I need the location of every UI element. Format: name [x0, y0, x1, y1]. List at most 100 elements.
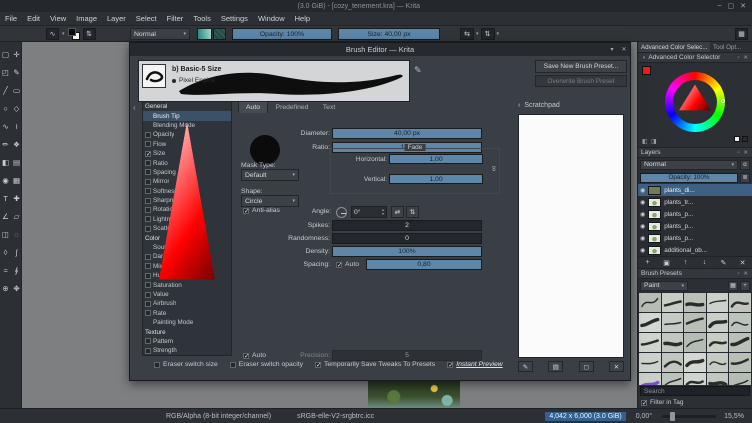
maximize-icon[interactable]: ▢	[728, 2, 735, 10]
checkbox-icon[interactable]	[641, 399, 647, 407]
spacing-auto-checkbox[interactable]: Auto	[336, 261, 359, 269]
tool-fill-icon[interactable]: ◧	[0, 155, 11, 170]
collapse-scratchpad-icon[interactable]: ‹	[518, 102, 520, 109]
tool-zoom-icon[interactable]: ⊕	[0, 281, 11, 296]
layer-row[interactable]: ◉ plants_p...	[638, 232, 752, 244]
layer-opacity-slider[interactable]: Opacity: 100%	[640, 172, 738, 183]
option-checkbox[interactable]	[145, 282, 151, 289]
float-docker-icon[interactable]: ▫	[736, 150, 740, 156]
brush-preset-thumb[interactable]	[706, 373, 729, 385]
close-icon[interactable]: ✕	[740, 2, 746, 10]
eraser-switch-size-checkbox[interactable]: Eraser switch size	[154, 361, 218, 368]
brush-preset-thumb[interactable]	[729, 293, 751, 312]
brush-presets-titlebar[interactable]: Brush Presets ▫ ✕	[638, 268, 752, 279]
menu-filter[interactable]: Filter	[162, 12, 189, 26]
menu-tools[interactable]: Tools	[188, 12, 216, 26]
brush-preset-thumb[interactable]	[639, 313, 661, 332]
delete-layer-button[interactable]: ✕	[737, 258, 749, 268]
minimize-icon[interactable]: –	[718, 2, 722, 10]
tool-reference-images-icon[interactable]: ▱	[11, 209, 22, 224]
option-checkbox[interactable]	[145, 160, 151, 167]
visibility-eye-icon[interactable]: ◉	[640, 211, 645, 218]
layer-row[interactable]: ◉ plants_p...	[638, 220, 752, 232]
tool-measure-icon[interactable]: ∠	[0, 209, 11, 224]
menu-layer[interactable]: Layer	[102, 12, 131, 26]
visibility-eye-icon[interactable]: ◉	[640, 223, 645, 230]
brush-option-strength[interactable]: Strength	[143, 346, 231, 355]
brush-preset-chooser-icon[interactable]: ∿	[46, 28, 59, 40]
spikes-slider[interactable]: 2	[332, 220, 482, 231]
preset-search-input[interactable]	[640, 386, 750, 396]
tool-line-icon[interactable]: ╱	[0, 83, 11, 98]
menu-settings[interactable]: Settings	[216, 12, 253, 26]
tool-move-icon[interactable]: ✛	[11, 47, 22, 62]
layer-properties-button[interactable]: ✎	[718, 258, 730, 268]
instant-preview-checkbox[interactable]: Instant Preview	[447, 361, 503, 369]
tool-polyline-icon[interactable]: ∿	[0, 119, 11, 134]
option-checkbox[interactable]	[145, 141, 151, 148]
option-checkbox[interactable]	[145, 300, 151, 307]
tool-elliptical-selection-icon[interactable]: ◌	[11, 227, 22, 242]
brush-preset-thumb[interactable]	[639, 333, 661, 352]
brush-option-brush-tip[interactable]: Brush Tip	[143, 111, 231, 121]
zoom-slider[interactable]	[662, 411, 717, 421]
brush-preset-thumb[interactable]	[729, 373, 751, 385]
brush-preset-thumb[interactable]	[661, 373, 684, 385]
view-mode-icon[interactable]: ▦	[728, 280, 738, 291]
options-section-general[interactable]: ▼General	[143, 102, 231, 280]
menu-view[interactable]: View	[45, 12, 71, 26]
layer-row[interactable]: ◉ plants_p...	[638, 208, 752, 220]
duplicate-layer-button[interactable]: ▣	[661, 258, 673, 268]
option-checkbox[interactable]	[145, 253, 151, 260]
menu-image[interactable]: Image	[71, 12, 102, 26]
option-checkbox[interactable]	[145, 347, 151, 354]
flip-horizontal-button[interactable]: ⇄	[391, 206, 404, 218]
brush-preset-thumb[interactable]	[706, 333, 729, 352]
gradient-chooser-button[interactable]	[197, 28, 212, 40]
blending-mode-select[interactable]: Normal ▾	[130, 28, 190, 40]
spacing-slider[interactable]: 0,80	[366, 259, 482, 270]
brush-preset-thumb[interactable]	[639, 353, 661, 372]
option-checkbox[interactable]	[145, 188, 151, 195]
chevron-down-icon[interactable]: ▾	[476, 31, 479, 37]
clear-scratchpad-button[interactable]: ✕	[608, 361, 624, 372]
workspace-chooser-icon[interactable]: ▦	[735, 28, 748, 40]
angle-dial[interactable]	[336, 207, 347, 218]
float-docker-icon[interactable]: ▫	[736, 55, 740, 61]
option-checkbox[interactable]	[145, 150, 151, 158]
tool-color-sampler-icon[interactable]: ◉	[0, 173, 11, 188]
save-new-preset-button[interactable]: Save New Brush Preset...	[535, 60, 627, 73]
option-checkbox[interactable]	[145, 338, 151, 345]
brush-option-value[interactable]: Value	[143, 290, 231, 299]
layer-blending-mode-select[interactable]: Normal ▾	[640, 159, 738, 170]
tool-gradient-icon[interactable]: ▤	[11, 155, 22, 170]
diameter-slider[interactable]: 40,00 px	[332, 128, 482, 139]
last-color-swatch[interactable]	[734, 136, 740, 142]
brush-preset-thumb[interactable]	[729, 333, 751, 352]
option-checkbox[interactable]	[145, 131, 151, 138]
fill-scratchpad-brush-button[interactable]: ✎	[518, 361, 533, 372]
brush-preset-thumb[interactable]	[661, 293, 684, 312]
option-checkbox[interactable]	[145, 310, 151, 317]
temporarily-save-tweaks-to-presets-checkbox[interactable]: Temporarily Save Tweaks To Presets	[315, 361, 435, 369]
tab-text[interactable]: Text	[316, 101, 342, 113]
alpha-lock-icon[interactable]: α	[740, 159, 750, 170]
menu-select[interactable]: Select	[131, 12, 162, 26]
tool-dynamic-brush-icon[interactable]: ✏	[0, 137, 11, 152]
tool-freehand-selection-icon[interactable]: ∫	[11, 245, 22, 260]
layer-row[interactable]: ◉ plants_tr...	[638, 196, 752, 208]
menu-edit[interactable]: Edit	[22, 12, 45, 26]
density-slider[interactable]: 100%	[332, 246, 482, 257]
brush-preset-thumb[interactable]	[661, 353, 684, 372]
flip-vertical-button[interactable]: ⇅	[406, 206, 419, 218]
edit-preset-icon[interactable]: ✎	[414, 65, 422, 76]
brush-preset-thumb[interactable]	[661, 313, 684, 332]
tool-rectangular-selection-icon[interactable]: ◫	[0, 227, 11, 242]
layer-filter-icon[interactable]: ≣	[740, 172, 750, 183]
fill-scratchpad-background-button[interactable]: ◻	[578, 361, 594, 372]
tool-polygonal-selection-icon[interactable]: ◊	[0, 245, 11, 260]
menu-window[interactable]: Window	[253, 12, 290, 26]
tool-freehand-brush-icon[interactable]: ✎	[11, 65, 22, 80]
option-checkbox[interactable]	[145, 169, 151, 176]
chevron-down-icon[interactable]: ▾	[497, 31, 500, 37]
